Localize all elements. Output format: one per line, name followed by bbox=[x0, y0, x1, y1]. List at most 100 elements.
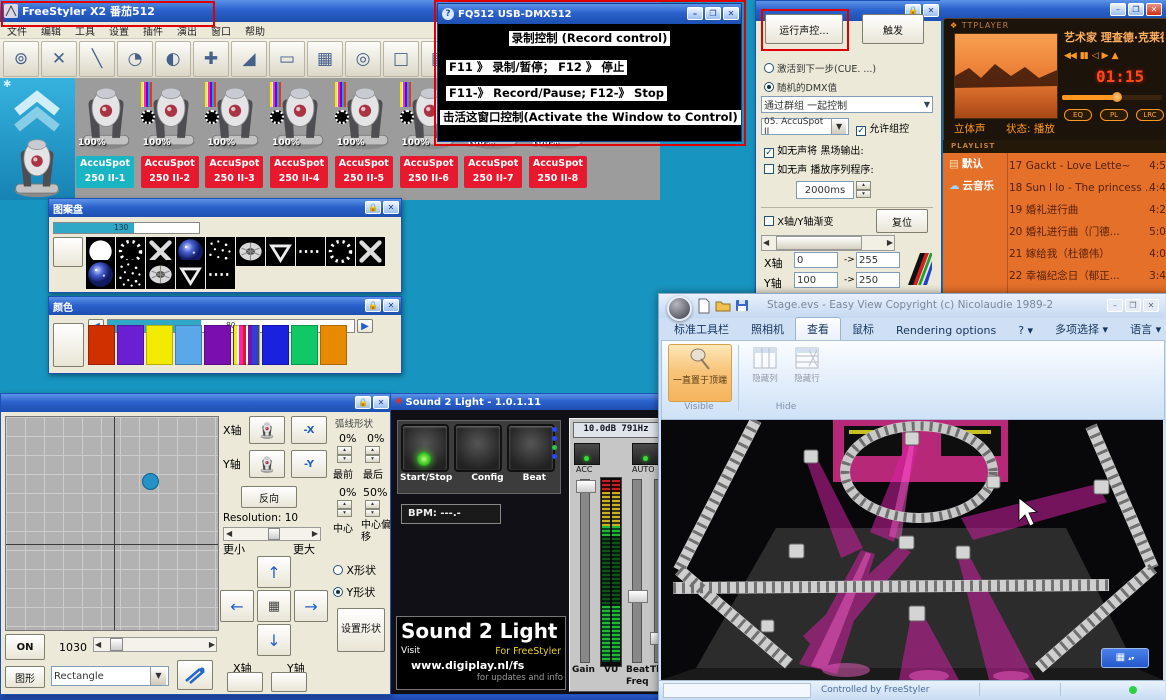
gobo-blue-ball[interactable] bbox=[86, 260, 115, 289]
fixture-label[interactable]: AccuSpot250 II-3 bbox=[205, 156, 263, 188]
playlist-song-row[interactable]: 17 Gackt - Love Lette~4:5 bbox=[1009, 155, 1166, 177]
draw-shape-button[interactable] bbox=[177, 660, 213, 690]
gobo-wheel-button[interactable]: ◔ bbox=[117, 41, 153, 77]
hide-column-button[interactable]: 隐藏列 bbox=[746, 347, 784, 397]
center-spinner[interactable]: ▴▾ bbox=[337, 500, 352, 517]
play-button[interactable]: ▶ bbox=[1102, 51, 1108, 61]
group-select[interactable]: 通过群组 一起控制▼ bbox=[761, 96, 933, 113]
minimize-icon[interactable]: – bbox=[1110, 3, 1126, 16]
y-axis-lamp-button[interactable] bbox=[249, 450, 285, 478]
playlist-song-row[interactable]: 22 幸福纪念日（郁正...3:4 bbox=[1009, 265, 1166, 287]
invert-x-button[interactable]: -X bbox=[291, 416, 327, 444]
tab-5[interactable]: ? ▾ bbox=[1007, 321, 1044, 340]
playlist-song-row[interactable]: 19 婚礼进行曲4:2 bbox=[1009, 199, 1166, 221]
gobo-rotation-slider[interactable]: 130 bbox=[53, 222, 200, 234]
tab-0[interactable]: 标准工具栏 bbox=[663, 318, 740, 340]
front-spinner[interactable]: ▴▾ bbox=[337, 446, 352, 463]
x-from-input[interactable]: 0 bbox=[794, 252, 838, 268]
close-icon[interactable]: ✕ bbox=[373, 396, 389, 409]
minimize-icon[interactable]: – bbox=[1107, 299, 1123, 312]
x-lock-button[interactable] bbox=[227, 672, 263, 692]
chevron-up-icon[interactable] bbox=[11, 88, 63, 132]
s2l-config-button[interactable] bbox=[454, 424, 502, 472]
color-swatch[interactable] bbox=[175, 325, 202, 365]
gobo-scatter[interactable] bbox=[116, 260, 145, 289]
maximize-icon[interactable]: ❐ bbox=[705, 7, 721, 20]
blackout-checkbox[interactable]: ✓ 如无声将 黑场输出: bbox=[764, 142, 864, 158]
y-shape-radio[interactable]: Y形状 bbox=[333, 584, 375, 600]
color-swatch[interactable] bbox=[117, 325, 144, 365]
pl-button[interactable]: PL bbox=[1100, 109, 1128, 121]
sequence-checkbox[interactable]: 如无声 播放序列程序: bbox=[764, 161, 874, 176]
easyview-titlebar[interactable]: Stage.evs - Easy View Copyright (c) Nico… bbox=[659, 294, 1165, 318]
fixture-cell[interactable]: 100%AccuSpot250 II-1 bbox=[75, 80, 137, 200]
color-swatch[interactable] bbox=[262, 325, 289, 365]
xy-fade-checkbox[interactable]: X轴/Y轴渐变 bbox=[764, 213, 834, 228]
fixture-cell[interactable]: 100%AccuSpot250 II-4 bbox=[269, 80, 331, 200]
keyboard-shortcuts-button[interactable]: ▦ ▴▾ bbox=[1101, 648, 1149, 668]
close-icon[interactable]: ✕ bbox=[383, 201, 399, 214]
gobo-open-button[interactable] bbox=[53, 237, 83, 267]
gobo-dot-ring[interactable] bbox=[326, 237, 355, 266]
cue-window-button[interactable]: ▦ bbox=[307, 41, 343, 77]
tab-1[interactable]: 照相机 bbox=[740, 318, 795, 340]
s2l-beat-button[interactable] bbox=[507, 424, 555, 472]
y-lock-button[interactable] bbox=[271, 672, 307, 692]
fixture-label[interactable]: AccuSpot250 II-8 bbox=[529, 156, 587, 188]
graph-button[interactable]: 图形 bbox=[5, 666, 45, 688]
run-sound-button[interactable]: 运行声控... bbox=[765, 14, 843, 44]
beam-tool-button[interactable]: ╲ bbox=[79, 41, 115, 77]
fixture-label[interactable]: AccuSpot250 II-7 bbox=[464, 156, 522, 188]
cue-radio[interactable]: 激活到下一步(CUE. ...) bbox=[764, 61, 876, 75]
s2l-start-stop-button[interactable] bbox=[401, 424, 449, 472]
fq512-titlebar[interactable]: ? FQ512 USB-DMX512 – ❐ ✕ bbox=[438, 4, 741, 24]
tab-2[interactable]: 查看 bbox=[795, 317, 841, 340]
pan-tilt-button[interactable]: ✚ bbox=[193, 41, 229, 77]
menu-item-7[interactable]: 帮助 bbox=[238, 22, 272, 39]
menu-item-1[interactable]: 编辑 bbox=[34, 22, 68, 39]
hide-row-button[interactable]: 隐藏行 bbox=[788, 347, 826, 397]
speed-slider[interactable]: ◀ ▶ bbox=[93, 637, 217, 652]
y-to-input[interactable]: 250 bbox=[856, 272, 900, 288]
color-open-button[interactable] bbox=[53, 323, 84, 367]
gobo-titlebar[interactable]: 图案盘 🔒✕ bbox=[49, 199, 401, 217]
nudge-down-button[interactable]: ↓ bbox=[257, 624, 291, 656]
auto-button[interactable] bbox=[632, 443, 660, 465]
new-scene-button[interactable]: □ bbox=[383, 41, 419, 77]
s2l-titlebar[interactable]: ✺ Sound 2 Light - 1.0.1.11 bbox=[391, 394, 661, 410]
prism-button[interactable]: ◢ bbox=[231, 41, 267, 77]
gobo-dot-line[interactable] bbox=[296, 237, 325, 266]
offset-spinner[interactable]: ▴▾ bbox=[365, 500, 380, 517]
shape-select[interactable]: Rectangle ▼ bbox=[51, 666, 169, 686]
set-shape-button[interactable]: 设置形状 bbox=[337, 608, 385, 652]
fixture-cell[interactable]: 100%AccuSpot250 II-2 bbox=[140, 80, 202, 200]
x-to-input[interactable]: 255 bbox=[856, 252, 900, 268]
menu-item-5[interactable]: 演出 bbox=[170, 22, 204, 39]
fixture-label[interactable]: AccuSpot250 II-5 bbox=[335, 156, 393, 188]
menu-item-2[interactable]: 工具 bbox=[68, 22, 102, 39]
lock-icon[interactable]: 🔒 bbox=[365, 299, 381, 312]
dmx-radio[interactable]: 随机的DMX值 bbox=[764, 80, 837, 94]
chevron-down-icon[interactable]: ▼ bbox=[924, 100, 930, 109]
invert-button[interactable]: 反向 bbox=[241, 486, 297, 508]
trigger-button[interactable]: 触发 bbox=[862, 14, 924, 44]
nudge-up-button[interactable]: ↑ bbox=[257, 556, 291, 588]
fade-scrollbar[interactable]: ◀ ▶ bbox=[761, 235, 895, 251]
stage-3d-viewport[interactable]: ▦ ▴▾ bbox=[661, 420, 1163, 680]
fixture-patch-button[interactable]: ✕ bbox=[41, 41, 77, 77]
acc-button[interactable] bbox=[574, 443, 600, 465]
lrc-button[interactable]: LRC bbox=[1136, 109, 1164, 121]
playlist-song-row[interactable]: 18 Sun l lo - The princess ...4:4 bbox=[1009, 177, 1166, 199]
tab-4[interactable]: Rendering options bbox=[885, 321, 1007, 340]
chevron-down-icon[interactable]: ▼ bbox=[150, 667, 166, 685]
x-axis-lamp-button[interactable] bbox=[249, 416, 285, 444]
easyview-3d-button[interactable]: ◎ bbox=[345, 41, 381, 77]
invert-y-button[interactable]: -Y bbox=[291, 450, 327, 478]
always-on-top-button[interactable]: 一直置于顶端 bbox=[668, 344, 732, 402]
open-folder-icon[interactable] bbox=[715, 299, 731, 312]
gobo-cross[interactable] bbox=[356, 237, 385, 266]
chevron-down-icon[interactable]: ▼ bbox=[831, 119, 846, 134]
pan-tilt-titlebar[interactable]: 🔒✕ bbox=[1, 394, 391, 412]
resolution-slider[interactable]: ◀ ▶ bbox=[223, 527, 321, 541]
fixture-cell[interactable]: 100%AccuSpot250 II-5 bbox=[334, 80, 396, 200]
